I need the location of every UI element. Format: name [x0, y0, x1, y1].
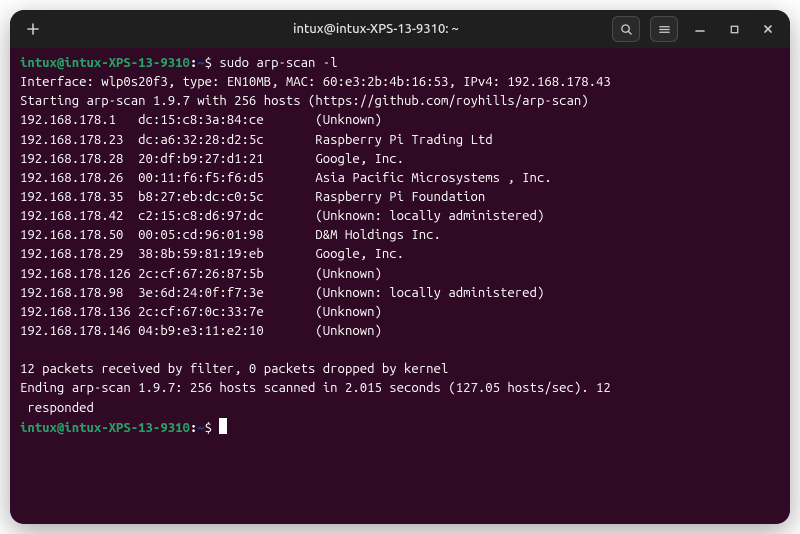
cursor	[219, 418, 227, 434]
blank-line	[20, 341, 780, 360]
scan-row: 192.168.178.35 b8:27:eb:dc:c0:5c Raspber…	[20, 188, 780, 207]
prompt-user-host: intux@intux-XPS-13-9310	[20, 421, 190, 435]
close-button[interactable]	[756, 17, 780, 41]
prompt-user-host: intux@intux-XPS-13-9310	[20, 56, 190, 70]
new-tab-button[interactable]	[20, 16, 46, 42]
scan-row: 192.168.178.28 20:df:b9:27:d1:21 Google,…	[20, 150, 780, 169]
summary-ending-1: Ending arp-scan 1.9.7: 256 hosts scanned…	[20, 379, 780, 398]
minimize-button[interactable]	[688, 17, 712, 41]
terminal-window: intux@intux-XPS-13-9310: ~ intux@intux-X…	[10, 10, 790, 524]
scan-row: 192.168.178.126 2c:cf:67:26:87:5b (Unkno…	[20, 265, 780, 284]
interface-line: Interface: wlp0s20f3, type: EN10MB, MAC:…	[20, 73, 780, 92]
titlebar: intux@intux-XPS-13-9310: ~	[10, 10, 790, 48]
scan-row: 192.168.178.42 c2:15:c8:d6:97:dc (Unknow…	[20, 207, 780, 226]
prompt-path: ~	[197, 56, 204, 70]
search-button[interactable]	[612, 16, 640, 42]
scan-row: 192.168.178.26 00:11:f6:f5:f6:d5 Asia Pa…	[20, 169, 780, 188]
scan-row: 192.168.178.146 04:b9:e3:11:e2:10 (Unkno…	[20, 322, 780, 341]
hamburger-menu-button[interactable]	[650, 16, 678, 42]
scan-row: 192.168.178.98 3e:6d:24:0f:f7:3e (Unknow…	[20, 284, 780, 303]
prompt-dollar: $	[205, 56, 220, 70]
prompt-path: ~	[197, 421, 204, 435]
summary-ending-2: responded	[20, 399, 780, 418]
scan-row: 192.168.178.50 00:05:cd:96:01:98 D&M Hol…	[20, 226, 780, 245]
scan-row: 192.168.178.29 38:8b:59:81:19:eb Google,…	[20, 245, 780, 264]
prompt-line-2: intux@intux-XPS-13-9310:~$	[20, 418, 780, 438]
scan-row: 192.168.178.136 2c:cf:67:0c:33:7e (Unkno…	[20, 303, 780, 322]
starting-line: Starting arp-scan 1.9.7 with 256 hosts (…	[20, 92, 780, 111]
prompt-line-1: intux@intux-XPS-13-9310:~$ sudo arp-scan…	[20, 54, 780, 73]
terminal-body[interactable]: intux@intux-XPS-13-9310:~$ sudo arp-scan…	[10, 48, 790, 524]
window-title: intux@intux-XPS-13-9310: ~	[140, 22, 612, 36]
scan-row: 192.168.178.23 dc:a6:32:28:d2:5c Raspber…	[20, 131, 780, 150]
command-text: sudo arp-scan -l	[219, 56, 337, 70]
prompt-dollar: $	[205, 421, 220, 435]
summary-packets: 12 packets received by filter, 0 packets…	[20, 360, 780, 379]
maximize-button[interactable]	[722, 17, 746, 41]
scan-row: 192.168.178.1 dc:15:c8:3a:84:ce (Unknown…	[20, 111, 780, 130]
